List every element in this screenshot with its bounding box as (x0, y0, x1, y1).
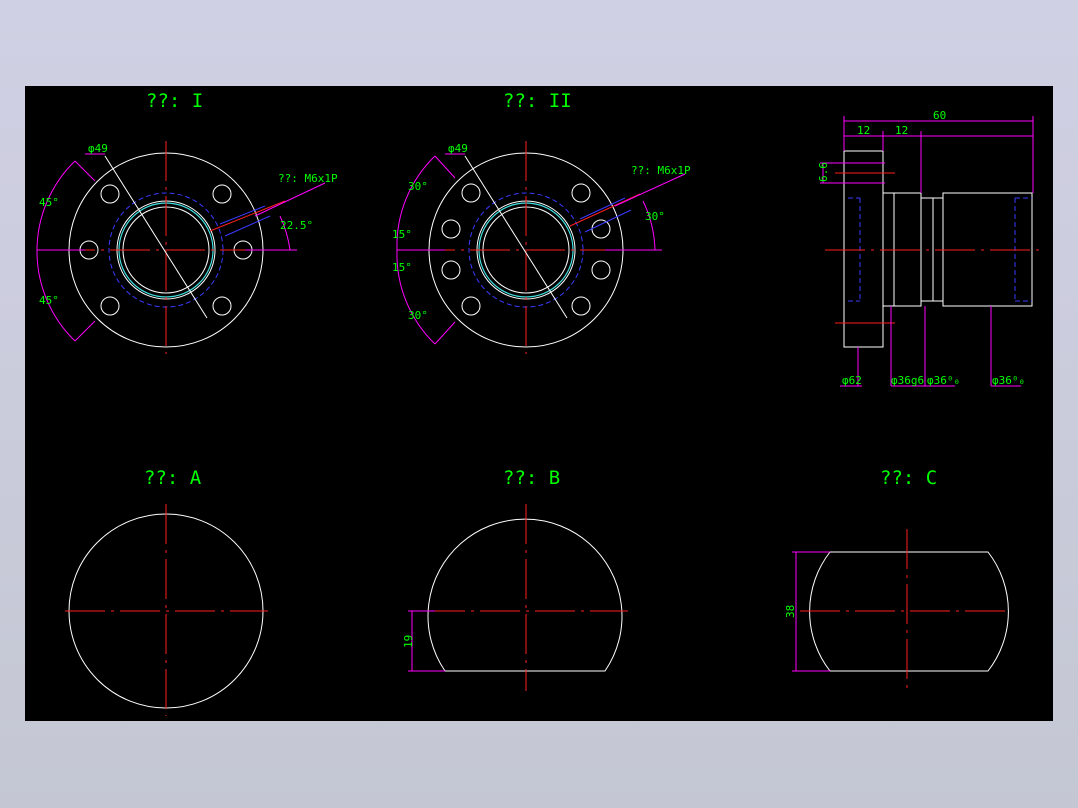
view-c-title: ??: C (880, 467, 937, 489)
view-2-dia: φ49 (448, 142, 468, 155)
dim-w1: 12 (857, 124, 870, 137)
dim-d2: φ36g6 (891, 374, 924, 387)
view-1-angle1: 45° (39, 196, 59, 209)
view-1-dia: φ49 (88, 142, 108, 155)
dim-w2: 12 (895, 124, 908, 137)
view-b-dim: 19 (402, 635, 415, 648)
view-2-title: ??: II (503, 90, 572, 112)
view-a: ??: A (65, 467, 268, 716)
view-b-title: ??: B (503, 467, 560, 489)
view-1: ??: I φ49 ??: M6x1P 45° 45° 22.5° (36, 90, 338, 354)
view-1-angle3: 22.5° (280, 219, 313, 232)
dim-d3: φ36⁰₀ (927, 374, 960, 387)
side-view: 60 12 12 6.6 φ62 φ36g6 φ36⁰₀ φ36⁰₀ (817, 109, 1045, 387)
view-2: ??: II φ49 ??: M6x1P 30° 15° 15° 30° 30° (392, 90, 691, 354)
view-2-angle3: 15° (392, 261, 412, 274)
cad-drawing: ??: I φ49 ??: M6x1P 45° 45° 22.5° ??: II… (36, 90, 1045, 716)
flange-profile (843, 150, 884, 348)
view-2-angle2: 15° (392, 228, 412, 241)
view-a-title: ??: A (144, 467, 202, 489)
view-2-angle5: 30° (645, 210, 665, 223)
view-2-angle4: 30° (408, 309, 428, 322)
dim-d1: φ62 (842, 374, 862, 387)
drawing-canvas[interactable]: ??: I φ49 ??: M6x1P 45° 45° 22.5° ??: II… (25, 86, 1053, 721)
view-1-title: ??: I (146, 90, 203, 112)
view-2-thread: ??: M6x1P (631, 164, 691, 177)
view-1-thread: ??: M6x1P (278, 172, 338, 185)
view-c-dim: 38 (784, 605, 797, 618)
dim-total: 60 (933, 109, 946, 122)
section-b-profile (427, 518, 623, 672)
view-1-angle2: 45° (39, 294, 59, 307)
view-2-angle1: 30° (408, 180, 428, 193)
dim-h1: 6.6 (817, 162, 830, 182)
view-c: ??: C 38 (784, 467, 1010, 694)
dim-d4: φ36⁰₀ (992, 374, 1025, 387)
view-b: ??: B 19 (402, 467, 628, 691)
